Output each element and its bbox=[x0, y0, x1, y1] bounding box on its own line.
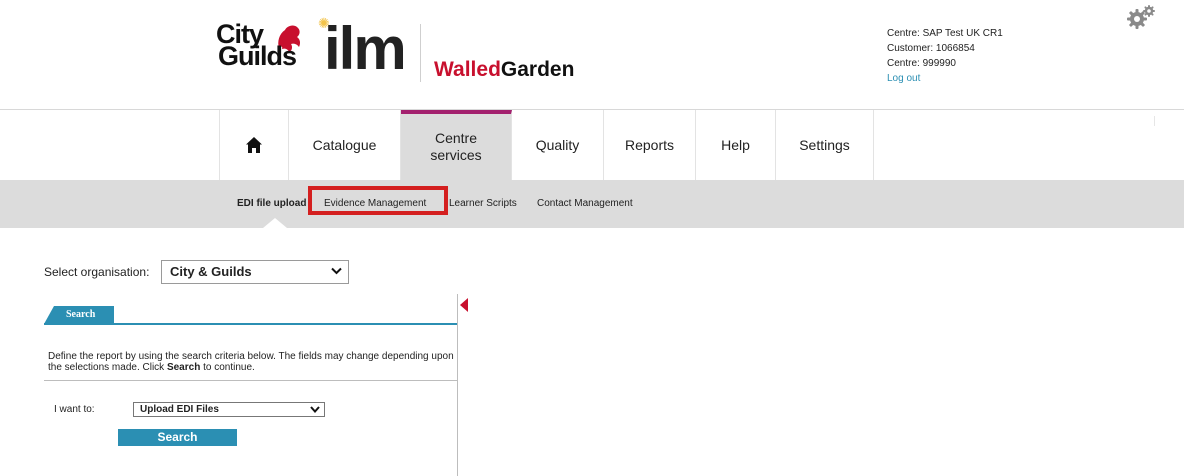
organisation-select[interactable]: City & Guilds bbox=[161, 260, 349, 284]
site-header: City & Guilds ✺ ilm WalledGarden Centre:… bbox=[0, 0, 1184, 110]
active-subnav-caret bbox=[263, 218, 287, 228]
settings-gears-icon[interactable] bbox=[1126, 4, 1156, 30]
search-button[interactable]: Search bbox=[118, 429, 237, 446]
action-selected-value: Upload EDI Files bbox=[140, 404, 219, 415]
nav-divider bbox=[1154, 116, 1155, 126]
customer-number: Customer: 1066854 bbox=[887, 43, 975, 54]
logout-link[interactable]: Log out bbox=[887, 71, 1003, 86]
organisation-label: Select organisation: bbox=[44, 265, 150, 279]
panel-border bbox=[457, 294, 458, 476]
highlight-annotation-box bbox=[308, 186, 448, 215]
centre-number: Centre: 999990 bbox=[887, 58, 956, 69]
search-tab-underline bbox=[44, 323, 457, 325]
chevron-down-icon bbox=[310, 406, 320, 413]
brand-garden: Garden bbox=[500, 58, 575, 81]
nav-home[interactable] bbox=[219, 110, 289, 180]
search-tab[interactable]: Search bbox=[44, 306, 114, 324]
sub-navigation: EDI file upload Evidence Management Lear… bbox=[0, 180, 1184, 228]
nav-quality[interactable]: Quality bbox=[512, 110, 604, 180]
organisation-selected-value: City & Guilds bbox=[170, 264, 252, 279]
nav-settings[interactable]: Settings bbox=[776, 110, 874, 180]
search-description: Define the report by using the search cr… bbox=[48, 351, 454, 373]
subnav-edi-file-upload[interactable]: EDI file upload bbox=[237, 197, 306, 211]
logo-divider bbox=[420, 24, 421, 82]
panel-separator bbox=[44, 380, 457, 381]
city-and-guilds-logo[interactable]: City & Guilds bbox=[216, 21, 312, 80]
ilm-logo[interactable]: ✺ ilm bbox=[318, 15, 407, 82]
collapse-panel-icon[interactable] bbox=[460, 298, 468, 312]
nav-centre-services[interactable]: Centre services bbox=[401, 110, 512, 180]
i-want-to-label: I want to: bbox=[54, 404, 95, 415]
centre-name: Centre: SAP Test UK CR1 bbox=[887, 28, 1003, 39]
nav-catalogue[interactable]: Catalogue bbox=[289, 110, 401, 180]
brand-walled: Walled bbox=[434, 58, 501, 81]
centre-info: Centre: SAP Test UK CR1 Customer: 106685… bbox=[887, 26, 1003, 86]
logo-guilds-text: Guilds bbox=[218, 41, 297, 71]
nav-reports[interactable]: Reports bbox=[604, 110, 696, 180]
subnav-contact-management[interactable]: Contact Management bbox=[537, 197, 633, 211]
description-text-2: to continue. bbox=[200, 362, 255, 373]
action-select[interactable]: Upload EDI Files bbox=[133, 402, 325, 417]
main-navigation: Catalogue Centre services Quality Report… bbox=[0, 110, 1184, 180]
description-bold: Search bbox=[166, 362, 201, 373]
subnav-learner-scripts[interactable]: Learner Scripts bbox=[449, 197, 517, 211]
nav-help[interactable]: Help bbox=[696, 110, 776, 180]
chevron-down-icon bbox=[331, 267, 342, 275]
walled-garden-title: WalledGarden bbox=[434, 58, 574, 82]
ilm-logo-text: ilm bbox=[324, 15, 407, 82]
home-icon bbox=[246, 137, 262, 153]
